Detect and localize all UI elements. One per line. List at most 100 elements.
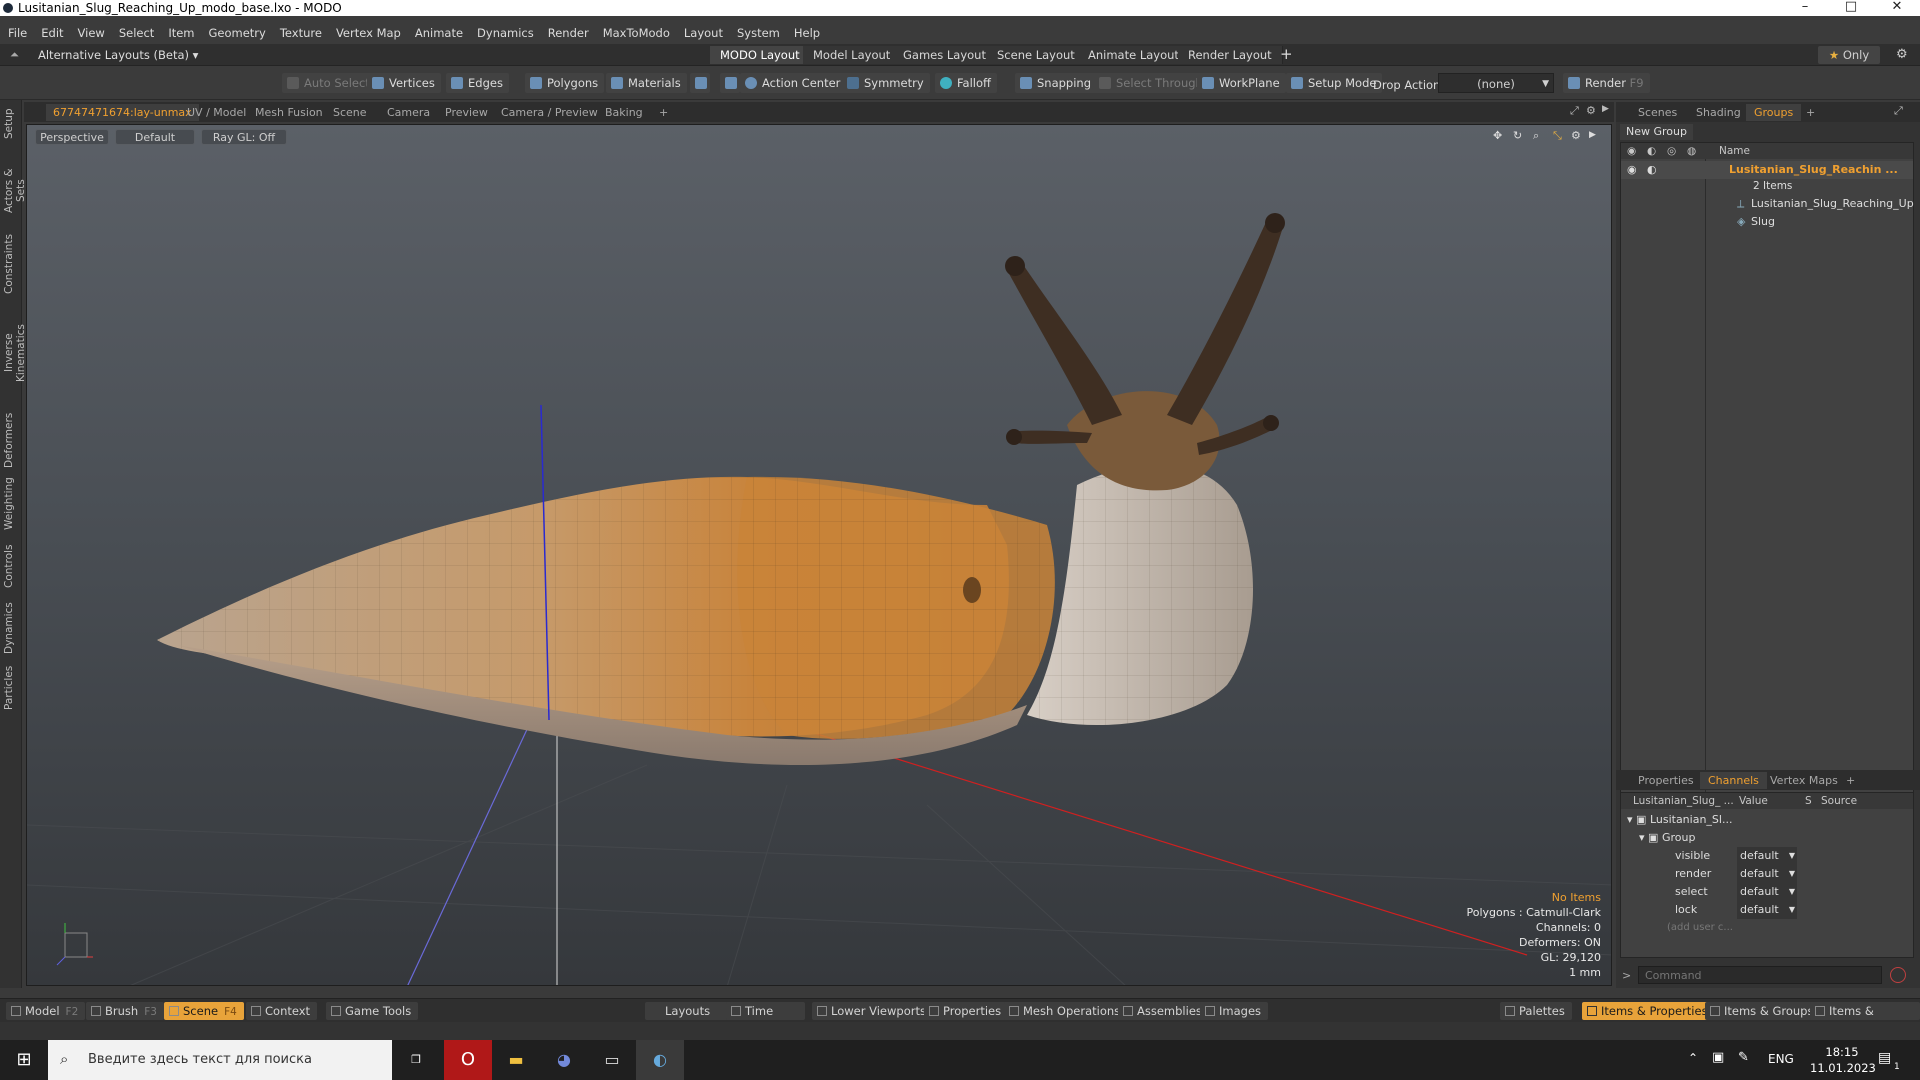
tab-dynamics[interactable]: Dynamics [3, 600, 19, 656]
tab-actors-sets[interactable]: Actors & Sets [3, 156, 27, 226]
channel-value-select[interactable]: default ▼ [1737, 883, 1797, 901]
app-window-icon[interactable]: ▭ [588, 1040, 636, 1080]
tab-model-layout[interactable]: Model Layout [803, 46, 902, 64]
menu-layout[interactable]: Layout [684, 26, 723, 40]
assemblies-button[interactable]: Assemblies [1118, 1002, 1209, 1020]
context-button[interactable]: Context [246, 1002, 318, 1020]
raygl-toggle[interactable]: Ray GL: Off [201, 129, 287, 145]
tab-scene-layout[interactable]: Scene Layout [987, 46, 1086, 64]
properties-button[interactable]: Properties [924, 1002, 1009, 1020]
group-visible-icon[interactable]: ◉ [1627, 161, 1637, 179]
select-col-icon[interactable]: ◎ [1667, 143, 1676, 159]
notification-icon[interactable]: ▤ [1878, 1050, 1891, 1066]
view-type-dropdown[interactable]: Perspective [35, 129, 109, 145]
language-indicator[interactable]: ENG [1768, 1052, 1794, 1066]
shading-dropdown[interactable]: Default [115, 129, 195, 145]
items-groups-button[interactable]: Items & Groups [1705, 1002, 1821, 1020]
viewport-gear-icon[interactable]: ⚙ [1586, 104, 1596, 117]
list-item[interactable]: ◈ Slug [1621, 213, 1913, 231]
channel-row-render[interactable]: render default ▼ [1621, 865, 1913, 883]
channel-value-select[interactable]: default ▼ [1737, 865, 1797, 883]
3d-viewport[interactable]: Perspective Default Ray GL: Off ✥ ↻ ⌕ ⤡ … [26, 124, 1612, 986]
channel-value-select[interactable]: default ▼ [1737, 847, 1797, 865]
tab-scene[interactable]: Scene [326, 104, 374, 121]
file-explorer-icon[interactable]: ▬ [492, 1040, 540, 1080]
symmetry-button[interactable]: Symmetry [842, 73, 930, 93]
tab-animate-layout[interactable]: Animate Layout [1078, 46, 1190, 64]
tab-setup[interactable]: Setup [3, 106, 19, 142]
lower-viewports-button[interactable]: Lower Viewports [812, 1002, 933, 1020]
tab-properties[interactable]: Properties [1630, 772, 1702, 789]
items-shading-button[interactable]: Items & Shading [1810, 1002, 1920, 1036]
drop-action-select[interactable]: (none) ▼ [1438, 73, 1554, 93]
setup-mode-button[interactable]: Setup Mode [1286, 73, 1383, 93]
discord-icon[interactable]: ◕ [540, 1040, 588, 1080]
channel-row-select[interactable]: select default ▼ [1621, 883, 1913, 901]
materials-button[interactable]: Materials [606, 73, 687, 93]
tab-deformers[interactable]: Deformers [3, 412, 19, 468]
tab-controls[interactable]: Controls [3, 540, 19, 592]
auto-select-button[interactable]: Auto Select [282, 73, 376, 93]
only-button[interactable]: ★ Only [1818, 46, 1880, 64]
alt-layouts-dropdown[interactable]: Alternative Layouts (Beta) ▾ [38, 48, 198, 62]
tab-vertex-maps[interactable]: Vertex Maps [1762, 772, 1846, 789]
viewport-options-icon[interactable]: ⚙ [1571, 129, 1581, 142]
tab-uv-model[interactable]: UV / Model [180, 104, 253, 121]
element-mode-button[interactable] [690, 73, 710, 93]
vertices-button[interactable]: Vertices [367, 73, 441, 93]
viewport-menu-arrow-icon[interactable]: ▶ [1602, 104, 1609, 114]
visibility-eye-icon[interactable]: ◉ [1627, 143, 1636, 159]
command-input[interactable] [1638, 966, 1882, 984]
fit-icon[interactable]: ⤡ [1553, 129, 1562, 143]
menu-view[interactable]: View [78, 26, 105, 40]
time-button[interactable]: Time [726, 1002, 806, 1020]
menu-edit[interactable]: Edit [41, 26, 63, 40]
menu-system[interactable]: System [737, 26, 780, 40]
menu-item[interactable]: Item [168, 26, 194, 40]
tab-weighting[interactable]: Weighting [3, 476, 19, 532]
add-tab-button[interactable]: + [652, 104, 675, 121]
falloff-button[interactable]: Falloff [935, 73, 997, 93]
scene-button[interactable]: Scene F4 [164, 1002, 244, 1020]
layouts-button[interactable]: Layouts [645, 1002, 731, 1020]
add-panel-tab[interactable]: + [1798, 104, 1823, 121]
tab-shading[interactable]: Shading [1688, 104, 1749, 121]
item-mode-button[interactable] [720, 73, 740, 93]
task-view-icon[interactable]: ❐ [392, 1040, 440, 1080]
collapse-up-icon[interactable]: ⏶ [10, 48, 19, 62]
windows-start-icon[interactable]: ⊞ [0, 1040, 48, 1080]
clock-time[interactable]: 18:15 [1822, 1045, 1862, 1059]
search-box[interactable]: ⌕ Введите здесь текст для поиска [48, 1040, 392, 1080]
minimize-button[interactable]: – [1782, 0, 1828, 16]
record-icon[interactable] [1890, 967, 1906, 983]
tab-constraints[interactable]: Constraints [3, 234, 19, 294]
network-icon[interactable]: ▣ [1712, 1050, 1724, 1065]
opera-icon[interactable]: O [444, 1040, 492, 1080]
maximize-button[interactable]: □ [1828, 0, 1874, 16]
add-user-channel[interactable]: (add user c... [1667, 919, 1733, 937]
channel-row-lock[interactable]: lock default ▼ [1621, 901, 1913, 919]
gear-icon[interactable]: ⚙ [1896, 47, 1908, 62]
channel-value-select[interactable]: default ▼ [1737, 901, 1797, 919]
tab-preview[interactable]: Preview [438, 104, 495, 121]
polygons-button[interactable]: Polygons [525, 73, 605, 93]
clock-date[interactable]: 11.01.2023 [1810, 1061, 1876, 1075]
game-tools-button[interactable]: Game Tools [326, 1002, 419, 1020]
tab-lay-unmax[interactable]: 67747471674:lay-unmax [46, 104, 199, 121]
channel-group-row[interactable]: ▾ ▣ Group [1639, 829, 1695, 847]
menu-select[interactable]: Select [119, 26, 154, 40]
list-item[interactable]: ⟂ Lusitanian_Slug_Reaching_Up [1621, 195, 1914, 213]
tab-games-layout[interactable]: Games Layout [893, 46, 997, 64]
pan-icon[interactable]: ✥ [1493, 129, 1502, 142]
tab-modo-layout[interactable]: MODO Layout [710, 46, 811, 64]
expand-arrow-icon[interactable]: ▾ [1639, 831, 1645, 844]
add-layout-button[interactable]: + [1280, 45, 1293, 63]
lock-col-icon[interactable]: ◍ [1687, 143, 1696, 159]
mesh-operations-button[interactable]: Mesh Operations [1004, 1002, 1128, 1020]
tab-camera[interactable]: Camera [380, 104, 437, 121]
render-button[interactable]: Render F9 [1563, 73, 1650, 93]
close-button[interactable]: ✕ [1874, 0, 1920, 16]
tab-channels[interactable]: Channels [1700, 772, 1767, 789]
images-button[interactable]: Images [1200, 1002, 1269, 1020]
new-group-button[interactable]: New Group [1620, 124, 1693, 140]
